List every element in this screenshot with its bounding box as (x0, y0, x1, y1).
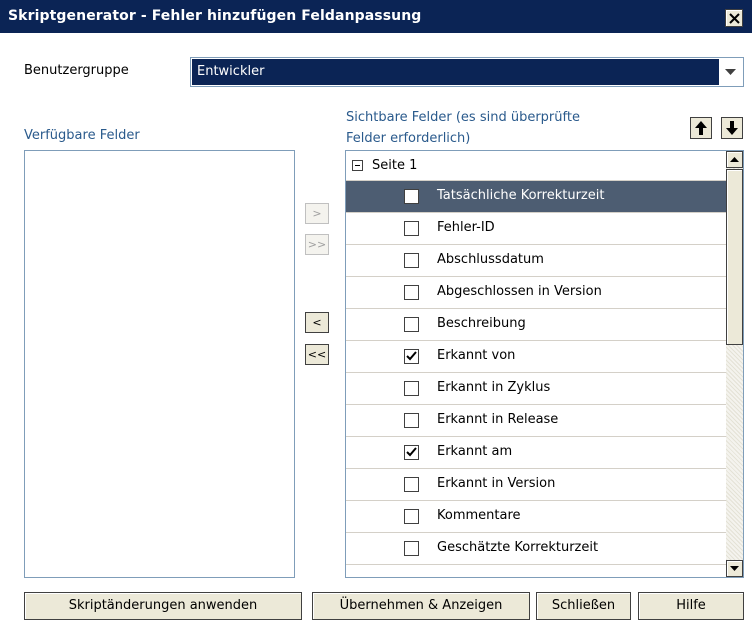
field-checkbox[interactable] (404, 509, 419, 524)
checkmark-icon (406, 351, 417, 361)
user-group-dropdown-button[interactable] (720, 59, 742, 85)
title-bar: Skriptgenerator - Fehler hinzufügen Feld… (0, 0, 752, 34)
close-icon (729, 13, 740, 24)
field-row[interactable]: Abschlussdatum (346, 245, 726, 277)
scroll-down-button[interactable] (726, 560, 743, 577)
available-fields-list[interactable] (24, 150, 295, 578)
field-row[interactable]: Erkannt am (346, 437, 726, 469)
arrow-down-icon (726, 121, 738, 135)
field-row[interactable]: Tatsächliche Korrekturzeit (346, 181, 726, 213)
field-label: Erkannt in Version (437, 476, 556, 491)
user-group-select[interactable]: Entwickler (190, 57, 744, 87)
field-row[interactable]: Beschreibung (346, 309, 726, 341)
field-checkbox[interactable] (404, 541, 419, 556)
visible-fields-label: Sichtbare Felder (es sind überprüfte Fel… (346, 107, 646, 149)
apply-script-changes-button[interactable]: Skriptänderungen anwenden (24, 592, 302, 620)
field-row[interactable]: Erkannt in Release (346, 405, 726, 437)
field-checkbox[interactable] (404, 445, 419, 460)
field-row[interactable]: Erkannt von (346, 341, 726, 373)
scrollbar-thumb[interactable] (726, 169, 743, 345)
field-checkbox[interactable] (404, 413, 419, 428)
field-checkbox[interactable] (404, 253, 419, 268)
field-checkbox[interactable] (404, 189, 419, 204)
field-label: Beschreibung (437, 316, 526, 331)
field-label: Fehler-ID (437, 220, 495, 235)
collapse-icon[interactable] (352, 160, 363, 171)
arrow-up-icon (695, 121, 707, 135)
field-label: Geschätzte Korrekturzeit (437, 540, 599, 555)
field-label: Tatsächliche Korrekturzeit (437, 188, 605, 203)
window-title: Skriptgenerator - Fehler hinzufügen Feld… (8, 8, 422, 24)
tree-root-label: Seite 1 (372, 158, 418, 173)
checkmark-icon (406, 447, 417, 457)
field-checkbox[interactable] (404, 477, 419, 492)
close-window-button[interactable] (725, 9, 743, 27)
chevron-down-icon (725, 69, 736, 75)
help-button[interactable]: Hilfe (638, 592, 744, 620)
field-row[interactable]: Erkannt in Zyklus (346, 373, 726, 405)
user-group-label: Benutzergruppe (24, 63, 129, 78)
field-checkbox[interactable] (404, 317, 419, 332)
field-label: Erkannt von (437, 348, 516, 363)
accept-and-show-button[interactable]: Übernehmen & Anzeigen (312, 592, 530, 620)
visible-fields-tree[interactable]: Seite 1 Tatsächliche Korrekturzeit Fehler… (345, 150, 744, 578)
user-group-value: Entwickler (192, 59, 719, 85)
remove-all-fields-button[interactable]: << (305, 344, 329, 365)
field-label: Erkannt am (437, 444, 513, 459)
add-all-fields-button[interactable]: >> (305, 234, 329, 255)
field-label: Erkannt in Release (437, 412, 559, 427)
move-up-button[interactable] (690, 117, 712, 139)
close-button[interactable]: Schließen (536, 592, 631, 620)
remove-field-button[interactable]: < (305, 312, 329, 333)
field-row[interactable]: Erkannt in Version (346, 469, 726, 501)
field-checkbox[interactable] (404, 381, 419, 396)
field-checkbox[interactable] (404, 285, 419, 300)
field-row[interactable]: Geschätzte Korrekturzeit (346, 533, 726, 565)
move-down-button[interactable] (721, 117, 743, 139)
field-label: Abschlussdatum (437, 252, 544, 267)
visible-fields-label-line2: Felder erforderlich) (346, 131, 471, 146)
field-label: Erkannt in Zyklus (437, 380, 551, 395)
field-label: Abgeschlossen in Version (437, 284, 602, 299)
field-checkbox[interactable] (404, 349, 419, 364)
field-row[interactable]: Kommentare (346, 501, 726, 533)
scroll-up-button[interactable] (726, 151, 743, 168)
field-row[interactable]: Fehler-ID (346, 213, 726, 245)
add-field-button[interactable]: > (305, 203, 329, 224)
field-row[interactable]: Abgeschlossen in Version (346, 277, 726, 309)
vertical-scrollbar[interactable] (726, 151, 743, 577)
scroll-up-icon (730, 157, 739, 162)
field-checkbox[interactable] (404, 221, 419, 236)
tree-root-node[interactable]: Seite 1 (346, 151, 726, 181)
available-fields-label: Verfügbare Felder (24, 128, 140, 143)
visible-fields-label-line1: Sichtbare Felder (es sind überprüfte (346, 110, 580, 125)
field-label: Kommentare (437, 508, 521, 523)
scroll-down-icon (730, 566, 739, 571)
